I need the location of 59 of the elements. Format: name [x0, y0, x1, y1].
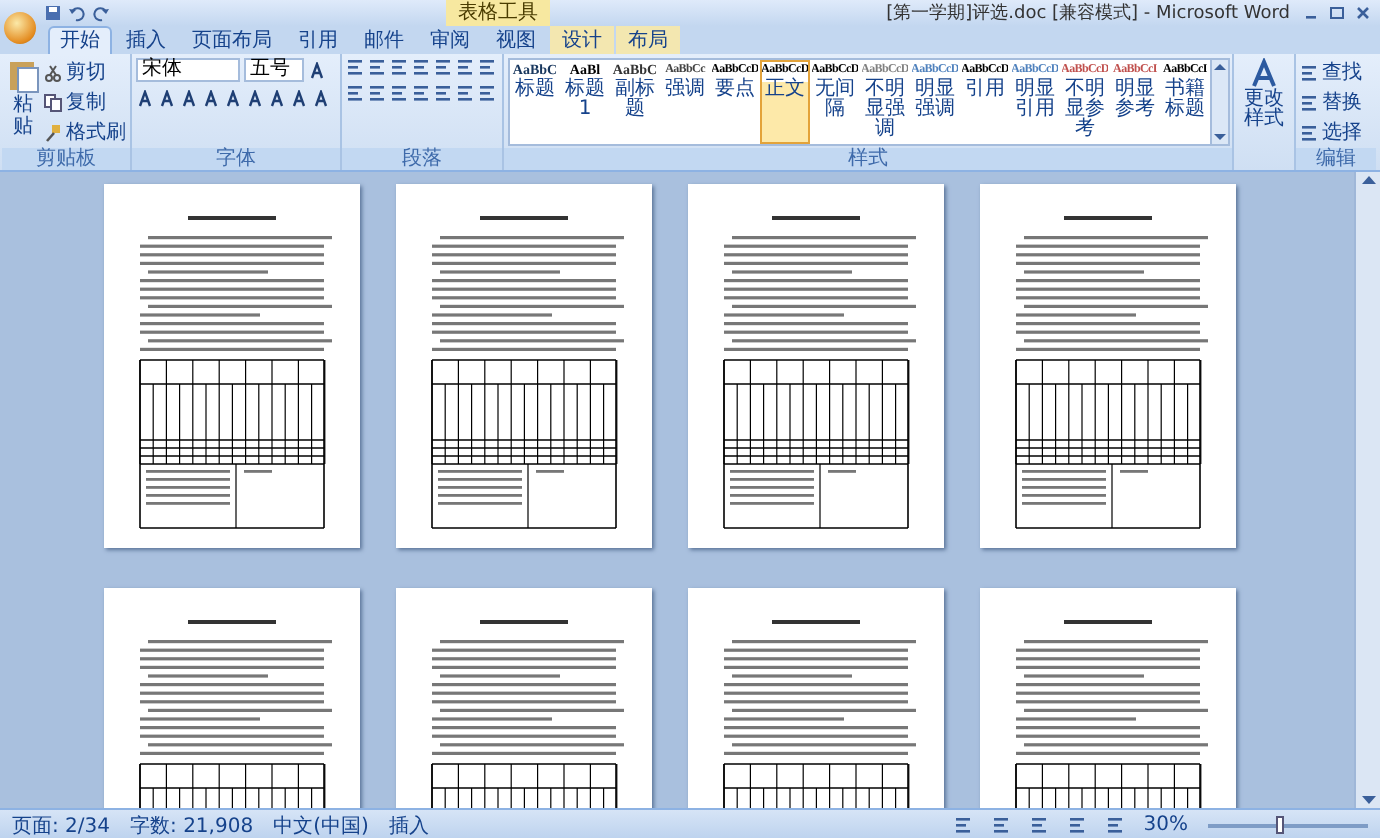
zoom-slider-thumb[interactable] — [1276, 815, 1284, 833]
style-label: 标题 1 — [563, 80, 607, 120]
scissors-icon[interactable] — [44, 63, 62, 81]
ribbon-tab[interactable]: 视图 — [484, 26, 548, 54]
ribbon-tab[interactable]: 邮件 — [352, 26, 416, 54]
style-label: 书籍标题 — [1163, 80, 1207, 120]
editing-button[interactable]: 查找 — [1300, 58, 1372, 86]
ribbon-tab[interactable]: 页面布局 — [180, 26, 284, 54]
brush-icon[interactable] — [44, 123, 62, 141]
word-count[interactable]: 字数: 21,908 — [130, 811, 254, 838]
copy-button[interactable]: 复制 — [44, 88, 126, 116]
style-label: 强调 — [665, 80, 705, 100]
editing-button[interactable]: 替换 — [1300, 88, 1372, 116]
style-label: 正文 — [765, 80, 805, 100]
clipboard-icon[interactable] — [6, 58, 40, 94]
style-label: 不明显强调 — [863, 80, 907, 140]
more-icon[interactable] — [1212, 130, 1228, 144]
close-icon[interactable] — [1353, 4, 1372, 22]
ribbon-tab[interactable]: 布局 — [616, 26, 680, 54]
style-label: 不明显参考 — [1063, 80, 1107, 140]
style-label: 无间隔 — [813, 80, 857, 120]
redo-icon[interactable] — [92, 4, 110, 22]
group-label: 段落 — [342, 148, 502, 170]
window-title: [第一学期]评选.doc [兼容模式] - Microsoft Word — [886, 1, 1290, 26]
style-label: 标题 — [515, 80, 555, 100]
change-styles-button[interactable]: 更改样式 — [1238, 58, 1290, 170]
save-icon[interactable] — [44, 4, 62, 22]
style-label: 明显强调 — [913, 80, 957, 120]
insert-mode[interactable]: 插入 — [388, 811, 429, 838]
undo-icon[interactable] — [68, 4, 86, 22]
ribbon-tab[interactable]: 审阅 — [418, 26, 482, 54]
style-label: 明显引用 — [1013, 80, 1057, 120]
cut-button[interactable]: 剪切 — [44, 58, 126, 86]
group-label: 编辑 — [1296, 148, 1376, 170]
copy-icon[interactable] — [44, 93, 62, 111]
zoom-level[interactable]: 30% — [1143, 814, 1188, 836]
letters-icon[interactable] — [1250, 58, 1278, 90]
ribbon-tab[interactable]: 设计 — [550, 26, 614, 54]
format-painter-button[interactable]: 格式刷 — [44, 118, 126, 146]
group-label: 剪贴板 — [2, 148, 130, 170]
font-name-field[interactable]: 宋体 — [136, 58, 240, 82]
contextual-tab-group: 表格工具 — [446, 0, 551, 26]
editing-button[interactable]: 选择 — [1300, 118, 1372, 146]
style-label: 要点 — [715, 80, 755, 100]
language-indicator[interactable]: 中文(中国) — [273, 811, 369, 838]
font-size-field[interactable]: 五号 — [244, 58, 304, 82]
maximize-icon[interactable] — [1327, 4, 1346, 22]
page-count[interactable]: 页面: 2/34 — [12, 811, 111, 838]
style-label: 副标题 — [613, 80, 657, 120]
style-label: 明显参考 — [1113, 80, 1157, 120]
ribbon-tab[interactable]: 开始 — [48, 26, 112, 54]
group-label: 样式 — [504, 148, 1232, 170]
scroll-up-icon[interactable] — [1212, 60, 1228, 74]
ribbon-tab[interactable]: 插入 — [114, 26, 178, 54]
style-label: 引用 — [965, 80, 1005, 100]
group-label: 字体 — [132, 148, 340, 170]
ribbon-tab[interactable]: 引用 — [286, 26, 350, 54]
vertical-scrollbar[interactable] — [1354, 172, 1380, 808]
paste-button[interactable]: 粘贴 — [6, 58, 40, 148]
